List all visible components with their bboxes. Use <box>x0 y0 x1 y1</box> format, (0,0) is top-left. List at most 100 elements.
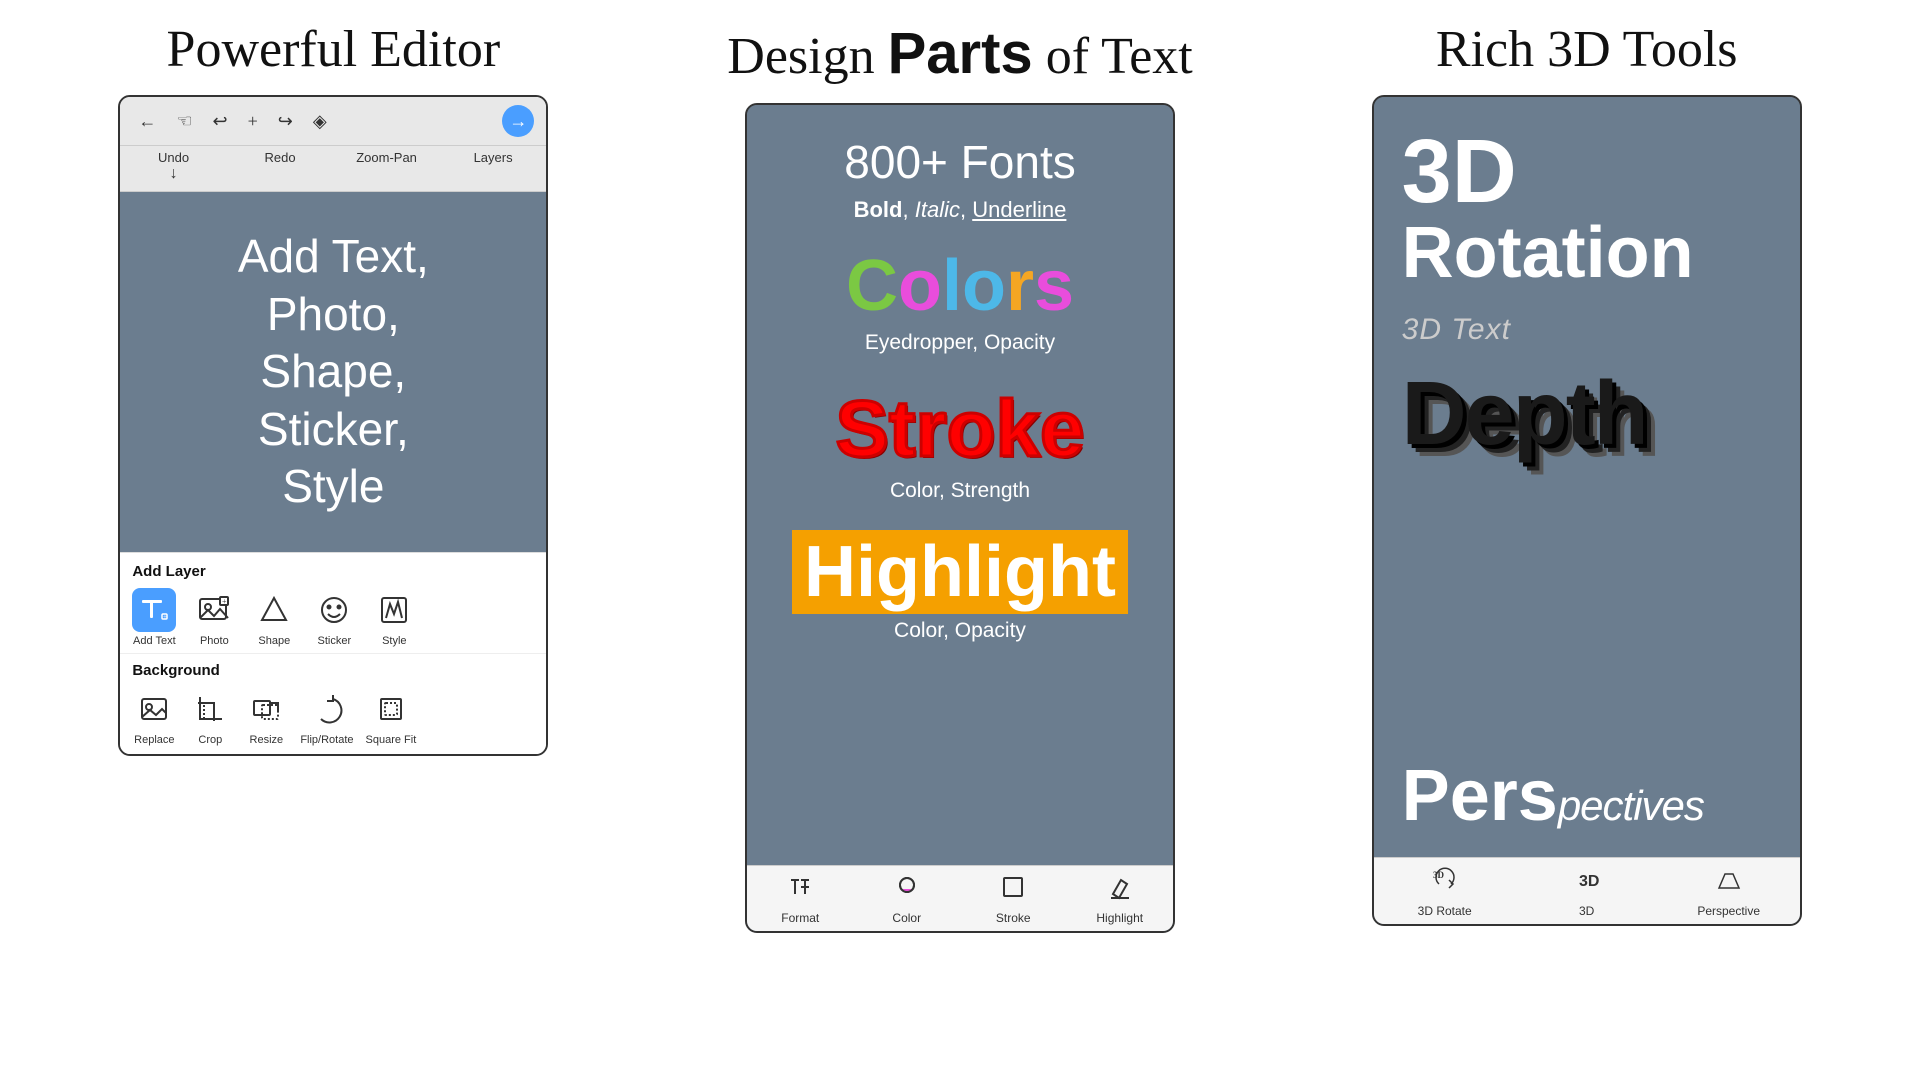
back-icon[interactable]: ← <box>132 109 162 134</box>
undo-arrow: ↓ <box>170 165 178 183</box>
style-icon <box>372 588 416 632</box>
replace-icon <box>132 687 176 731</box>
bg-item-crop[interactable]: Crop <box>188 687 232 746</box>
3d-icon: 3D <box>1573 866 1601 900</box>
layer-item-style[interactable]: Style <box>372 588 416 647</box>
canvas-text-1: Add Text,Photo,Shape,Sticker,Style <box>238 228 429 516</box>
p3-3d-rotation: 3D Rotation <box>1402 127 1772 289</box>
stroke-label: Stroke <box>996 911 1031 925</box>
format-label: Format <box>781 911 819 925</box>
p2-fonts-text: 800+ Fonts <box>775 135 1145 189</box>
p2-colors-word: Colors <box>775 245 1145 327</box>
layer-item-addtext[interactable]: + Add Text <box>132 588 176 647</box>
undo-icon[interactable]: ↩ <box>206 109 233 134</box>
p2-color-l: l <box>942 246 962 326</box>
color-label: Color <box>892 911 921 925</box>
zoompan-label: Zoom-Pan <box>356 150 417 165</box>
bg-item-squarefit[interactable]: Square Fit <box>366 687 417 746</box>
phone3-toolbar: 3D 3D Rotate 3D 3D <box>1374 857 1800 924</box>
phone-mockup-3: 3D Rotation 3D Text Depth Perspectives 3… <box>1372 95 1802 926</box>
sticker-label: Sticker <box>318 635 352 647</box>
p3-rotation-text: Rotation <box>1402 217 1772 289</box>
squarefit-label: Square Fit <box>366 734 417 746</box>
p2-highlight-sub: Color, Opacity <box>775 619 1145 643</box>
p2-tool-stroke[interactable]: Stroke <box>960 874 1067 925</box>
section-design-parts: Design Parts of Text 800+ Fonts Bold, It… <box>667 20 1254 1060</box>
p2-stroke-sub: Color, Strength <box>775 479 1145 503</box>
phone-mockup-1: ← ☜ ↩ + ↪ ◈ → Undo ↓ Redo Zoom-Pan <box>118 95 548 756</box>
p2-color-o2: o <box>962 246 1006 326</box>
section2-title-bold: Parts <box>888 21 1033 86</box>
color-icon <box>894 874 920 907</box>
p3-tool-perspective[interactable]: Perspective <box>1658 866 1800 918</box>
add-icon[interactable]: + <box>242 109 264 134</box>
bg-item-resize[interactable]: Resize <box>244 687 288 746</box>
resize-label: Resize <box>250 734 284 746</box>
layer-item-sticker[interactable]: Sticker <box>312 588 356 647</box>
add-layer-title: Add Layer <box>132 563 534 580</box>
svg-text:+: + <box>222 597 227 606</box>
label-group-layers: Layers <box>440 150 547 183</box>
fliprotate-label: Flip/Rotate <box>300 734 353 746</box>
section2-title-end: of Text <box>1033 28 1193 85</box>
replace-label: Replace <box>134 734 174 746</box>
bg-icons-row: Replace Crop <box>132 687 534 746</box>
p2-bold-italic-text: Bold, Italic, Underline <box>775 197 1145 223</box>
undo-label: Undo <box>158 150 189 165</box>
perspective-icon <box>1715 866 1743 900</box>
hand-icon[interactable]: ☜ <box>170 109 198 134</box>
photo-icon: + <box>192 588 236 632</box>
layer-item-shape[interactable]: Shape <box>252 588 296 647</box>
p2-bold: Bold <box>854 197 903 222</box>
phone-mockup-2: 800+ Fonts Bold, Italic, Underline Color… <box>745 103 1175 933</box>
p3-3dtext-label: 3D Text <box>1402 313 1772 347</box>
p3-perspectives-block: Perspectives <box>1402 755 1772 837</box>
svg-text:+: + <box>163 613 167 621</box>
p2-highlight-span: Highlight <box>792 530 1128 614</box>
svg-text:3D: 3D <box>1579 873 1599 890</box>
bg-item-fliprotate[interactable]: Flip/Rotate <box>300 687 353 746</box>
label-group-redo: Redo <box>227 150 334 183</box>
format-icon <box>787 874 813 907</box>
3drotate-icon: 3D <box>1431 866 1459 900</box>
page-container: Powerful Editor ← ☜ ↩ + ↪ ◈ → Undo ↓ <box>0 0 1920 1080</box>
layer-icons-row: + Add Text + <box>132 588 534 647</box>
p2-eyedropper-text: Eyedropper, Opacity <box>775 331 1145 355</box>
resize-icon <box>244 687 288 731</box>
label-group-zoompan: Zoom-Pan <box>333 150 440 183</box>
layer-item-photo[interactable]: + Photo <box>192 588 236 647</box>
addtext-label: Add Text <box>133 635 176 647</box>
phone2-toolbar: Format Color <box>747 865 1173 931</box>
section-powerful-editor: Powerful Editor ← ☜ ↩ + ↪ ◈ → Undo ↓ <box>40 20 627 1060</box>
section-3d-tools: Rich 3D Tools 3D Rotation 3D Text Depth … <box>1293 20 1880 1060</box>
shape-label: Shape <box>258 635 290 647</box>
redo-icon[interactable]: ↪ <box>272 109 299 134</box>
section2-title-plain: Design <box>727 28 887 85</box>
section1-title: Powerful Editor <box>167 20 501 79</box>
p3-tool-3drotate[interactable]: 3D 3D Rotate <box>1374 866 1516 918</box>
p2-tool-format[interactable]: Format <box>747 874 854 925</box>
p2-stroke-word: Stroke <box>775 383 1145 475</box>
p2-italic: Italic <box>915 197 960 222</box>
bg-item-replace[interactable]: Replace <box>132 687 176 746</box>
3drotate-label: 3D Rotate <box>1418 904 1472 918</box>
highlight-icon <box>1107 874 1133 907</box>
shape-icon <box>252 588 296 632</box>
p2-tool-highlight[interactable]: Highlight <box>1067 874 1174 925</box>
fliprotate-icon <box>305 687 349 731</box>
p2-color-s: s <box>1034 246 1074 326</box>
phone1-canvas: Add Text,Photo,Shape,Sticker,Style <box>120 192 546 552</box>
p2-color-c: C <box>846 246 898 326</box>
p3-perspectives-small: pectives <box>1558 782 1704 829</box>
redo-label: Redo <box>265 150 296 165</box>
crop-icon <box>188 687 232 731</box>
stroke-icon <box>1000 874 1026 907</box>
next-icon[interactable]: → <box>502 105 534 137</box>
sticker-icon <box>312 588 356 632</box>
label-group-undo: Undo ↓ <box>120 150 227 183</box>
layers-icon[interactable]: ◈ <box>307 109 333 134</box>
p3-tool-3d[interactable]: 3D 3D <box>1516 866 1658 918</box>
p2-tool-color[interactable]: Color <box>854 874 961 925</box>
toolbar-labels-1: Undo ↓ Redo Zoom-Pan Layers <box>120 146 546 192</box>
addtext-icon: + <box>132 588 176 632</box>
